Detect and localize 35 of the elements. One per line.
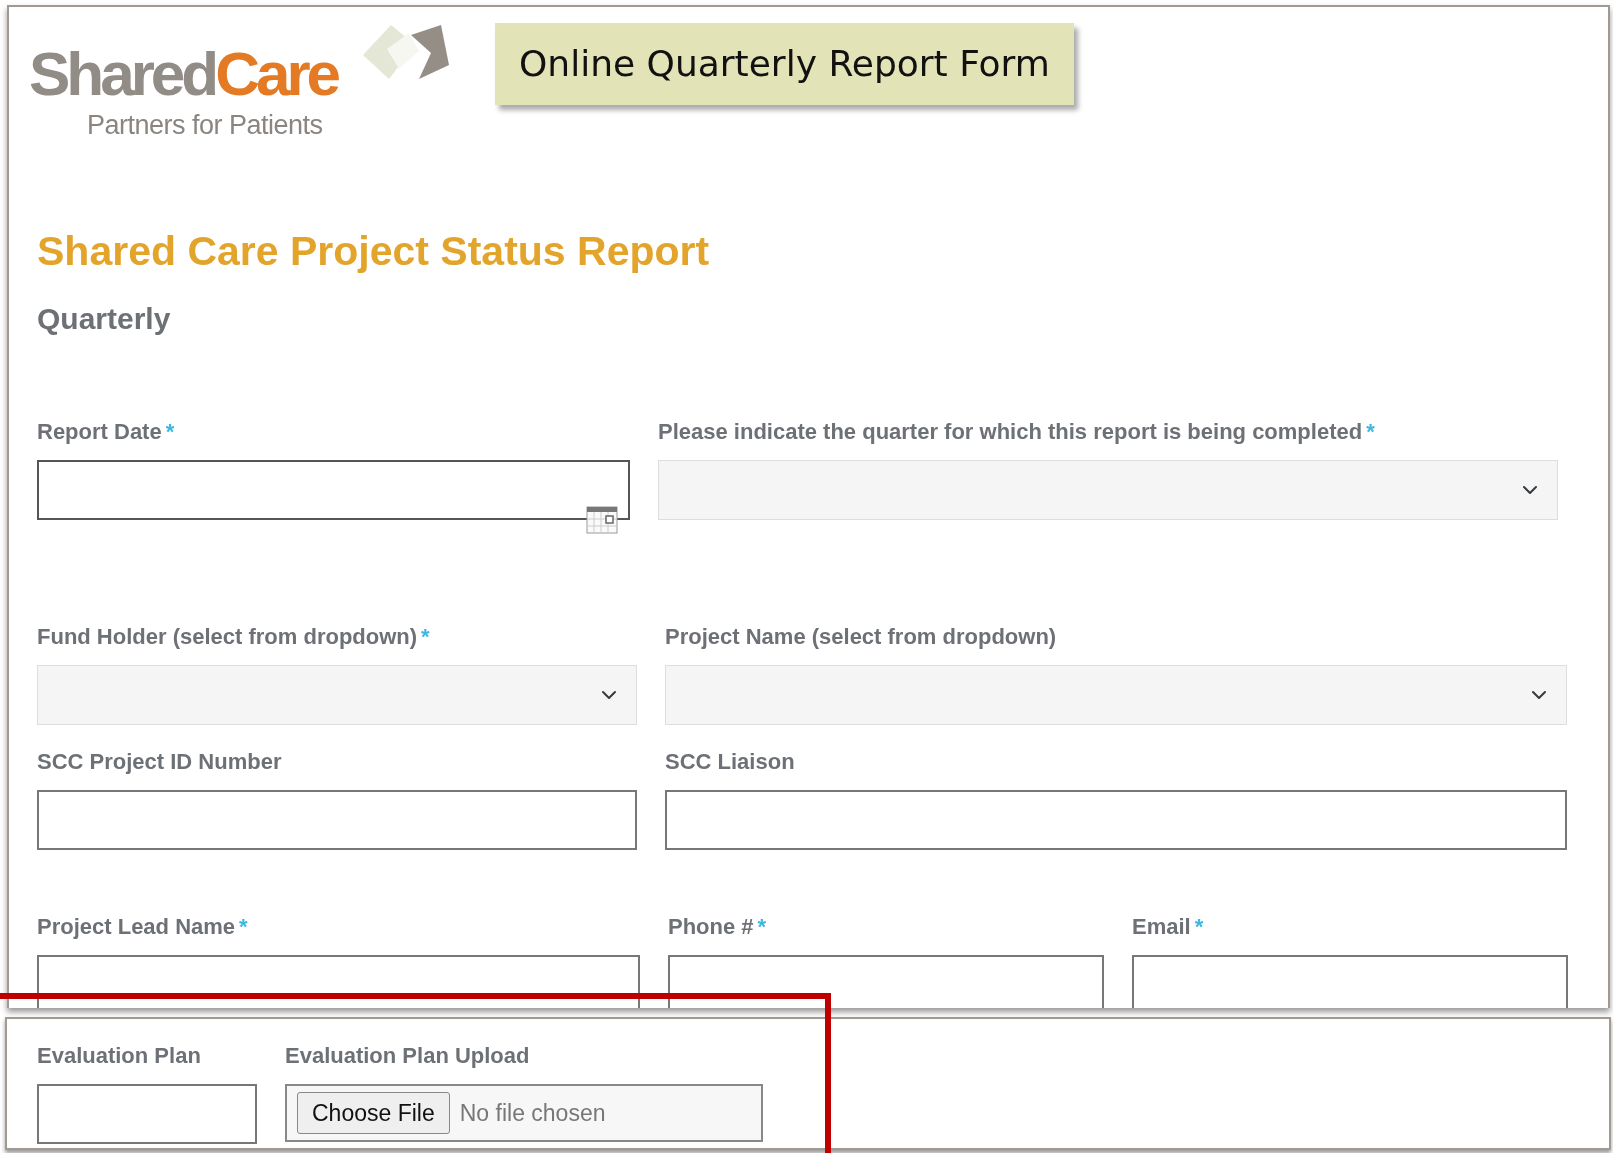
text-input-field[interactable] bbox=[37, 1084, 257, 1144]
field-label: Fund Holder (select from dropdown) bbox=[37, 623, 418, 652]
form-title-banner: Online Quarterly Report Form bbox=[495, 23, 1074, 105]
required-mark: * bbox=[421, 623, 430, 652]
dropdown-field[interactable] bbox=[665, 665, 1567, 726]
text-input-field[interactable] bbox=[668, 955, 1104, 1008]
required-mark: * bbox=[757, 913, 767, 942]
field-label: SCC Project ID Number bbox=[37, 748, 282, 777]
required-mark: * bbox=[239, 913, 248, 942]
field-label: SCC Liaison bbox=[665, 748, 795, 777]
required-mark: * bbox=[1194, 913, 1204, 942]
text-input-field[interactable] bbox=[1132, 955, 1568, 1008]
text-input-field[interactable] bbox=[665, 790, 1567, 851]
field-label: Project Name (select from dropdown) bbox=[665, 623, 1057, 652]
logo-wordmark: SharedCare bbox=[29, 43, 338, 105]
calendar-icon[interactable] bbox=[586, 506, 618, 535]
file-status-text: No file chosen bbox=[459, 1098, 606, 1128]
field-label: Evaluation Plan bbox=[37, 1042, 201, 1070]
required-mark: * bbox=[165, 418, 175, 447]
choose-file-button[interactable]: Choose File bbox=[297, 1091, 450, 1135]
text-input-field[interactable] bbox=[37, 790, 637, 851]
field-label: Evaluation Plan Upload bbox=[285, 1042, 530, 1070]
field-label: Project Lead Name bbox=[37, 913, 236, 942]
section-heading: Quarterly bbox=[37, 301, 172, 338]
date-input-field[interactable] bbox=[37, 460, 630, 521]
field-label: Email bbox=[1132, 913, 1191, 942]
required-mark: * bbox=[1366, 418, 1375, 447]
file-upload-field[interactable]: Choose File No file chosen bbox=[285, 1084, 763, 1142]
dropdown-field[interactable] bbox=[37, 665, 637, 726]
page-heading: Shared Care Project Status Report bbox=[37, 227, 711, 276]
dropdown-field[interactable] bbox=[658, 460, 1558, 521]
field-label: Please indicate the quarter for which this report is being completed bbox=[658, 418, 1363, 447]
field-label: Report Date bbox=[37, 418, 162, 447]
logo-tagline: Partners for Patients bbox=[87, 109, 323, 142]
field-label: Phone # bbox=[668, 913, 754, 942]
